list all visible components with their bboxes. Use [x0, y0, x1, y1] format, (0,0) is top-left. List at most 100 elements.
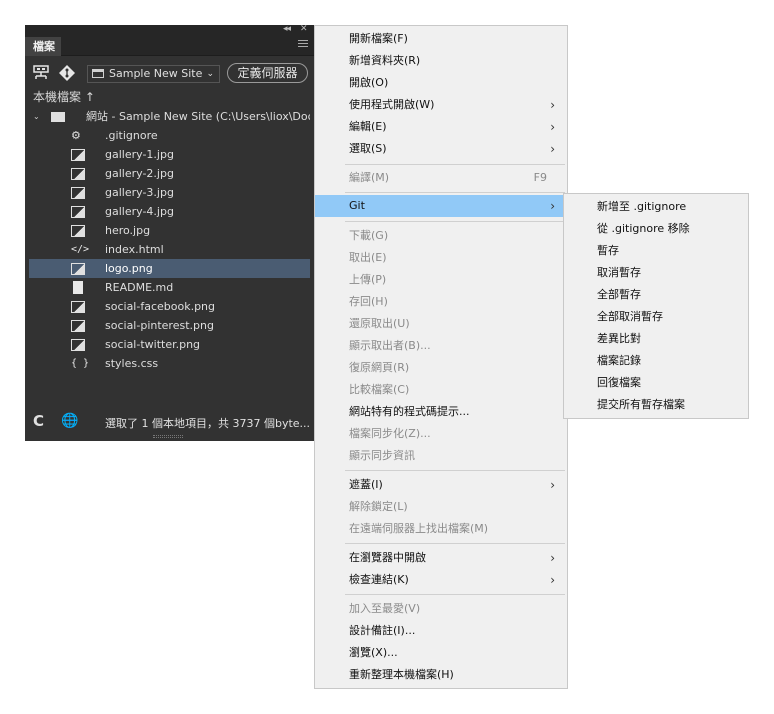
file-row[interactable]: ⚙ .gitignore [29, 126, 310, 145]
image-file-icon [71, 301, 85, 313]
menu-item-open[interactable]: 開啟(O) [315, 72, 567, 94]
file-name: README.md [105, 281, 174, 294]
file-row[interactable]: gallery-1.jpg [29, 145, 310, 164]
menu-item-browse[interactable]: 瀏覽(X)... [315, 642, 567, 664]
resize-grip[interactable] [153, 435, 183, 438]
menu-item-label: 復原網頁(R) [349, 361, 410, 374]
menu-item-label: 瀏覽(X)... [349, 646, 398, 659]
file-row[interactable]: social-twitter.png [29, 335, 310, 354]
menu-item-label: 選取(S) [349, 142, 387, 155]
folder-icon [92, 69, 104, 78]
file-row[interactable]: social-pinterest.png [29, 316, 310, 335]
menu-item-select[interactable]: 選取(S) › [315, 138, 567, 160]
refresh-icon[interactable]: C [33, 412, 44, 430]
git-item-commit-all-staged[interactable]: 提交所有暫存檔案 [564, 394, 748, 416]
menu-item-compare[interactable]: 比較檔案(C) [315, 379, 567, 401]
file-row[interactable]: gallery-3.jpg [29, 183, 310, 202]
panel-menu-icon[interactable] [298, 40, 308, 50]
menu-item-label: 取出(E) [349, 251, 387, 264]
menu-item-sync-info[interactable]: 顯示同步資訊 [315, 445, 567, 467]
menu-separator [345, 192, 565, 193]
menu-item-get[interactable]: 下載(G) [315, 225, 567, 247]
panel-status-bar: C 🌐 選取了 1 個本地項目，共 3737 個byte... [25, 411, 314, 433]
file-row[interactable]: { } styles.css [29, 354, 310, 373]
file-name: gallery-4.jpg [105, 205, 174, 218]
local-files-label[interactable]: 本機檔案 ↑ [33, 88, 95, 105]
menu-item-undo-checkout[interactable]: 還原取出(U) [315, 313, 567, 335]
tab-files[interactable]: 檔案 [25, 37, 61, 56]
file-name: index.html [105, 243, 164, 256]
git-item-stage[interactable]: 暫存 [564, 240, 748, 262]
file-name: gallery-1.jpg [105, 148, 174, 161]
git-item-revert-file[interactable]: 回復檔案 [564, 372, 748, 394]
menu-item-new-file[interactable]: 開新檔案(F) [315, 28, 567, 50]
menu-item-label: 編譯(M) [349, 171, 390, 184]
git-item-add-to-gitignore[interactable]: 新增至 .gitignore [564, 196, 748, 218]
menu-item-label: 開新檔案(F) [349, 32, 408, 45]
menu-item-label: 設計備註(I)... [349, 624, 416, 637]
menu-item-label: 檢查連結(K) [349, 573, 409, 586]
tree-root-site[interactable]: ⌄ 網站 - Sample New Site (C:\Users\liox\Do… [29, 107, 310, 126]
css-file-icon: { } [71, 358, 90, 369]
menu-item-git[interactable]: Git › [315, 195, 567, 217]
file-row[interactable]: </> index.html [29, 240, 310, 259]
menu-item-check-links[interactable]: 檢查連結(K) › [315, 569, 567, 591]
menu-item-open-in-browser[interactable]: 在瀏覽器中開啟 › [315, 547, 567, 569]
git-item-remove-from-gitignore[interactable]: 從 .gitignore 移除 [564, 218, 748, 240]
file-row[interactable]: README.md [29, 278, 310, 297]
file-name: social-pinterest.png [105, 319, 214, 332]
close-icon[interactable]: ✕ [300, 24, 307, 34]
menu-item-site-code-hints[interactable]: 網站特有的程式碼提示... [315, 401, 567, 423]
menu-item-synchronize[interactable]: 檔案同步化(Z)... [315, 423, 567, 445]
menu-item-open-with[interactable]: 使用程式開啟(W) › [315, 94, 567, 116]
git-item-unstage-all[interactable]: 全部取消暫存 [564, 306, 748, 328]
panel-tab-strip: 檔案 [25, 37, 314, 56]
git-item-stage-all[interactable]: 全部暫存 [564, 284, 748, 306]
git-item-unstage[interactable]: 取消暫存 [564, 262, 748, 284]
menu-item-checkout[interactable]: 取出(E) [315, 247, 567, 269]
menu-item-label: 全部暫存 [597, 288, 641, 301]
menu-item-edit[interactable]: 編輯(E) › [315, 116, 567, 138]
file-row[interactable]: gallery-4.jpg [29, 202, 310, 221]
menu-item-design-notes[interactable]: 設計備註(I)... [315, 620, 567, 642]
collapse-icon[interactable]: ◂◂ [283, 24, 291, 34]
menu-item-label: 從 .gitignore 移除 [597, 222, 690, 235]
menu-item-add-to-favorites[interactable]: 加入至最愛(V) [315, 598, 567, 620]
image-file-icon [71, 320, 85, 332]
shortcut-label: F9 [533, 171, 547, 184]
site-selector[interactable]: Sample New Site ⌄ [87, 65, 220, 83]
panel-toolbar: Sample New Site ⌄ 定義伺服器 [25, 57, 314, 87]
file-name: .gitignore [105, 129, 158, 142]
menu-item-new-folder[interactable]: 新增資料夾(R) [315, 50, 567, 72]
git-item-diff[interactable]: 差異比對 [564, 328, 748, 350]
menu-item-checkin[interactable]: 存回(H) [315, 291, 567, 313]
chevron-down-icon: ⌄ [206, 69, 214, 79]
file-name: gallery-2.jpg [105, 167, 174, 180]
menu-item-compile[interactable]: 編譯(M) F9 [315, 167, 567, 189]
file-row-selected[interactable]: logo.png [29, 259, 310, 278]
menu-item-label: 顯示取出者(B)... [349, 339, 431, 352]
git-icon[interactable] [58, 65, 76, 81]
menu-item-refresh-local[interactable]: 重新整理本機檔案(H) [315, 664, 567, 686]
menu-item-cloaking[interactable]: 遮蓋(I) › [315, 474, 567, 496]
define-server-button[interactable]: 定義伺服器 [227, 63, 308, 83]
menu-item-label: 還原取出(U) [349, 317, 410, 330]
file-row[interactable]: social-facebook.png [29, 297, 310, 316]
menu-item-unlock[interactable]: 解除鎖定(L) [315, 496, 567, 518]
image-file-icon [71, 187, 85, 199]
site-selector-value: Sample New Site [109, 67, 203, 80]
settings-file-icon: ⚙ [71, 129, 81, 142]
git-item-file-history[interactable]: 檔案記錄 [564, 350, 748, 372]
file-row[interactable]: gallery-2.jpg [29, 164, 310, 183]
globe-icon[interactable]: 🌐 [61, 413, 78, 429]
menu-item-show-checked-out-by[interactable]: 顯示取出者(B)... [315, 335, 567, 357]
menu-item-locate-on-remote[interactable]: 在遠端伺服器上找出檔案(M) [315, 518, 567, 540]
connect-icon[interactable] [32, 65, 50, 81]
menu-item-put[interactable]: 上傳(P) [315, 269, 567, 291]
menu-separator [345, 543, 565, 544]
chevron-down-icon[interactable]: ⌄ [33, 107, 40, 126]
folder-icon [51, 112, 65, 122]
chevron-right-icon: › [550, 551, 555, 565]
file-row[interactable]: hero.jpg [29, 221, 310, 240]
menu-item-restore-page[interactable]: 復原網頁(R) [315, 357, 567, 379]
